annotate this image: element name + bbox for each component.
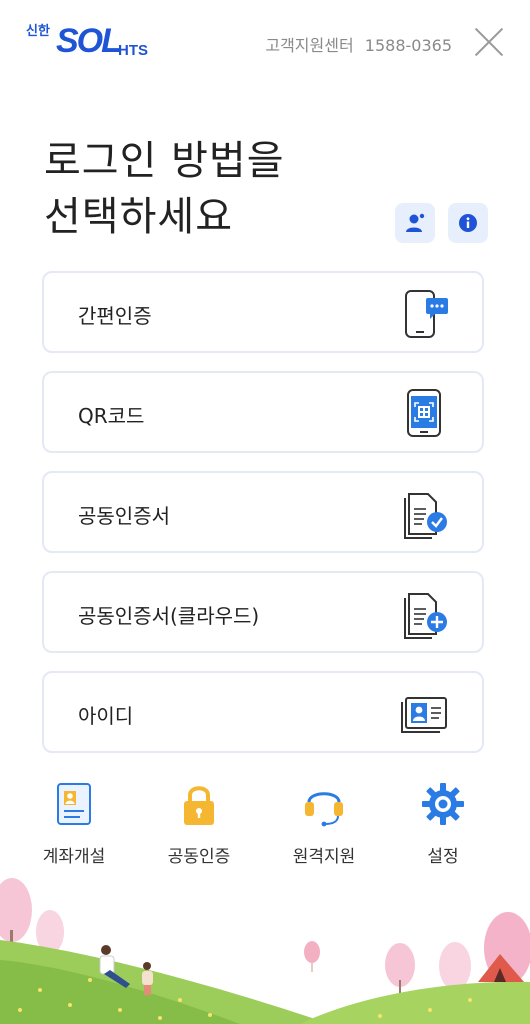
person-icon: [406, 213, 425, 232]
logo-main-text: SOL: [56, 22, 122, 60]
support-label: 고객지원센터: [265, 36, 354, 55]
login-option-id[interactable]: 아이디: [42, 671, 484, 753]
login-option-label: 공동인증서: [78, 504, 170, 528]
certificate-add-icon: [404, 593, 447, 639]
login-option-simple-auth[interactable]: 간편인증: [42, 271, 484, 353]
page-title-line2: 선택하세요: [44, 194, 233, 240]
menu-label: 설정: [427, 847, 459, 867]
close-icon[interactable]: [474, 27, 504, 57]
login-option-label: 아이디: [78, 704, 134, 728]
login-option-label: 간편인증: [78, 304, 152, 328]
lock-icon: [184, 786, 214, 825]
menu-open-account[interactable]: 계좌개설: [14, 780, 134, 867]
shinhan-sol-hts-logo: 신한 SOL HTS: [26, 18, 156, 64]
login-option-label: 공동인증서(클라우드): [78, 604, 260, 628]
qr-phone-icon: [407, 389, 441, 437]
info-icon: [459, 214, 477, 232]
menu-remote-support[interactable]: 원격지원: [264, 780, 384, 867]
id-card-icon: [401, 697, 447, 733]
menu-label: 공동인증: [167, 847, 231, 867]
customer-support-info[interactable]: 고객지원센터 1588-0365: [265, 32, 452, 56]
spring-hill-illustration: [0, 878, 530, 1024]
info-button[interactable]: [448, 203, 488, 243]
menu-settings[interactable]: 설정: [383, 780, 503, 867]
login-option-qr[interactable]: QR코드: [42, 371, 484, 453]
menu-label: 계좌개설: [42, 847, 106, 867]
login-option-certificate[interactable]: 공동인증서: [42, 471, 484, 553]
login-option-label: QR코드: [78, 404, 145, 428]
user-profile-button[interactable]: [395, 203, 435, 243]
support-phone[interactable]: 1588-0365: [365, 36, 452, 55]
page-title-line1: 로그인 방법을: [44, 138, 285, 184]
headset-icon: [305, 792, 343, 827]
menu-joint-certificate[interactable]: 공동인증: [139, 780, 259, 867]
login-option-certificate-cloud[interactable]: 공동인증서(클라우드): [42, 571, 484, 653]
page-title: 로그인 방법을 선택하세요: [44, 133, 285, 245]
menu-label: 원격지원: [292, 847, 356, 867]
certificate-check-icon: [404, 493, 447, 539]
phone-chat-icon: [405, 290, 448, 338]
logo-suffix-text: HTS: [118, 42, 148, 59]
logo-small-text: 신한: [26, 24, 50, 39]
account-card-icon: [57, 783, 91, 825]
gear-icon: [422, 783, 464, 825]
